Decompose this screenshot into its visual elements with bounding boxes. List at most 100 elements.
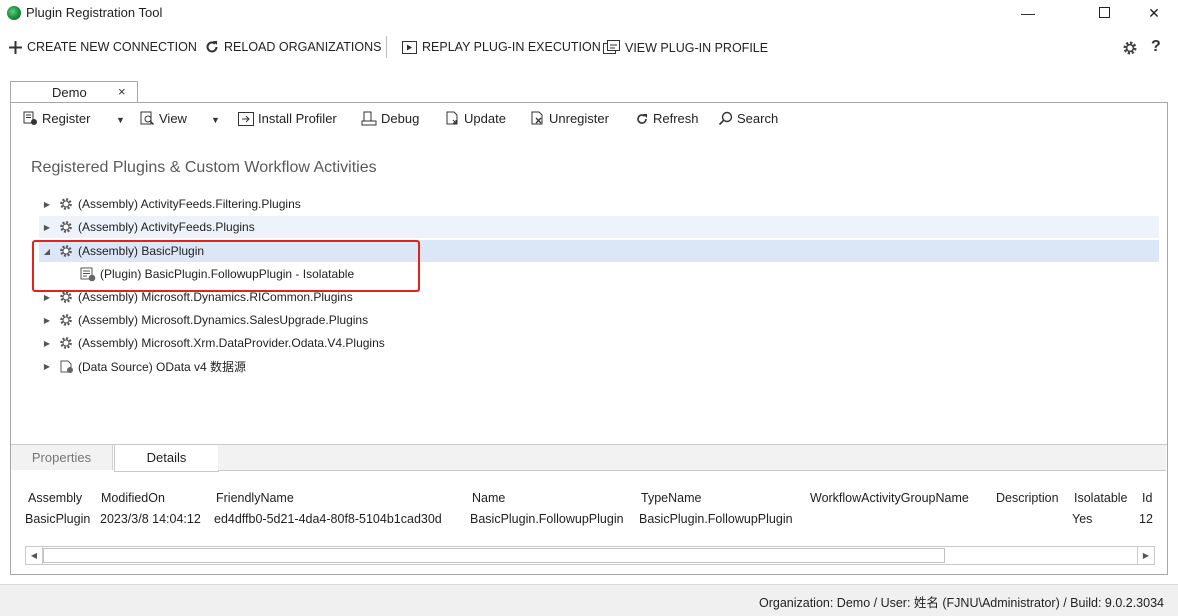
details-area: Properties Details Assembly ModifiedOn F… [11, 444, 1167, 575]
refresh-button[interactable]: Refresh [635, 111, 699, 126]
tree-item-label: (Assembly) Microsoft.Dynamics.RICommon.P… [78, 290, 353, 304]
replay-execution-button[interactable]: REPLAY PLUG-IN EXECUTION [402, 40, 601, 54]
scroll-left-icon[interactable]: ◀ [26, 547, 43, 564]
search-button[interactable]: Search [718, 111, 778, 126]
view-profile-button[interactable]: VIEW PLUG-IN PROFILE [603, 40, 768, 55]
assembly-gear-icon [60, 314, 72, 326]
section-heading: Registered Plugins & Custom Workflow Act… [31, 159, 377, 176]
search-icon [718, 111, 733, 126]
status-text: Organization: Demo / User: 姓名 (FJNU\Admi… [758, 596, 1164, 610]
view-dropdown-icon[interactable]: ▼ [211, 115, 220, 125]
data-source-icon [60, 360, 73, 373]
refresh-icon [637, 113, 647, 124]
register-dropdown-icon[interactable]: ▼ [116, 115, 125, 125]
update-icon [446, 111, 458, 125]
debug-button[interactable]: Debug [361, 111, 419, 126]
tree-item[interactable]: ▶ (Assembly) Microsoft.Xrm.DataProvider.… [39, 332, 1159, 354]
view-button[interactable]: View [140, 111, 187, 126]
tab-close-icon[interactable]: × [118, 84, 126, 99]
main-panel: Register ▼ View ▼ Install Profiler Debug… [10, 102, 1168, 575]
replay-icon [402, 40, 417, 54]
expand-arrow-icon[interactable]: ▶ [39, 223, 55, 232]
maximize-icon [1098, 7, 1110, 18]
grid-cell[interactable]: BasicPlugin.FollowupPlugin [639, 512, 793, 526]
grid-cell[interactable]: 12 [1139, 512, 1153, 526]
column-header[interactable]: WorkflowActivityGroupName [810, 491, 969, 505]
expand-arrow-icon[interactable]: ▶ [39, 293, 55, 302]
tree-item[interactable]: ▶ (Assembly) Microsoft.Dynamics.SalesUpg… [39, 309, 1159, 331]
gear-icon[interactable] [1122, 40, 1138, 56]
expand-arrow-icon[interactable]: ▶ [39, 200, 55, 209]
plugin-toolbar: Register ▼ View ▼ Install Profiler Debug… [11, 109, 1167, 131]
tab-details[interactable]: Details [114, 445, 219, 472]
debug-icon [361, 111, 377, 126]
reload-icon [206, 41, 218, 53]
expand-arrow-icon[interactable]: ▶ [39, 362, 55, 371]
unregister-icon [531, 111, 543, 125]
expand-arrow-icon[interactable]: ▶ [39, 339, 55, 348]
column-header[interactable]: Description [996, 491, 1059, 505]
view-label: View [159, 111, 187, 126]
tree-item[interactable]: ▶ (Assembly) ActivityFeeds.Plugins [39, 216, 1159, 238]
close-button[interactable]: ✕ [1131, 0, 1177, 26]
column-header[interactable]: TypeName [641, 491, 701, 505]
minimize-button[interactable]: — [1005, 0, 1051, 26]
expand-arrow-icon[interactable]: ▶ [39, 316, 55, 325]
unregister-label: Unregister [549, 111, 609, 126]
assembly-gear-icon [60, 291, 72, 303]
column-header[interactable]: Name [472, 491, 505, 505]
install-profiler-label: Install Profiler [258, 111, 337, 126]
install-profiler-icon [238, 111, 254, 126]
assembly-gear-icon [60, 198, 72, 210]
update-button[interactable]: Update [445, 111, 506, 126]
status-bar: Organization: Demo / User: 姓名 (FJNU\Admi… [0, 584, 1178, 616]
tab-properties[interactable]: Properties [11, 445, 113, 470]
register-label: Register [42, 111, 91, 126]
create-connection-button[interactable]: CREATE NEW CONNECTION [9, 40, 197, 54]
column-header[interactable]: Isolatable [1074, 491, 1128, 505]
title-bar: Plugin Registration Tool — ✕ [0, 0, 1178, 26]
horizontal-scrollbar[interactable]: ◀ ▶ [25, 546, 1155, 565]
column-header[interactable]: FriendlyName [216, 491, 294, 505]
tree-item[interactable]: ▶ (Data Source) OData v4 数据源 [39, 355, 1159, 377]
profile-icon [603, 40, 620, 54]
tab-demo[interactable]: Demo × [10, 81, 138, 104]
tree-item-label: (Assembly) Microsoft.Xrm.DataProvider.Od… [78, 336, 385, 350]
scroll-right-icon[interactable]: ▶ [1137, 547, 1154, 564]
tree-item-label: (Data Source) OData v4 数据源 [78, 359, 247, 374]
grid-cell[interactable]: Yes [1072, 512, 1092, 526]
tab-strip-filler [218, 445, 1166, 471]
command-bar: CREATE NEW CONNECTION RELOAD ORGANIZATIO… [0, 36, 1178, 60]
create-connection-label: CREATE NEW CONNECTION [27, 40, 197, 54]
help-icon[interactable]: ? [1151, 38, 1161, 56]
command-separator [386, 36, 387, 58]
install-profiler-button[interactable]: Install Profiler [238, 111, 337, 126]
tab-demo-label: Demo [52, 85, 87, 100]
column-header[interactable]: Assembly [28, 491, 82, 505]
reload-organizations-label: RELOAD ORGANIZATIONS [224, 40, 382, 54]
tree-item-label: (Assembly) ActivityFeeds.Plugins [78, 220, 255, 234]
tree-item-label: (Assembly) ActivityFeeds.Filtering.Plugi… [78, 197, 301, 211]
grid-cell[interactable]: BasicPlugin [25, 512, 90, 526]
replay-execution-label: REPLAY PLUG-IN EXECUTION [422, 40, 601, 54]
view-icon [140, 111, 155, 126]
maximize-button[interactable] [1081, 0, 1127, 26]
search-label: Search [737, 111, 779, 126]
register-button[interactable]: Register [23, 111, 90, 126]
column-header[interactable]: Id [1142, 491, 1152, 505]
tree-item[interactable]: ▶ (Assembly) ActivityFeeds.Filtering.Plu… [39, 193, 1159, 215]
assembly-gear-icon [60, 221, 72, 233]
unregister-button[interactable]: Unregister [530, 111, 609, 126]
grid-cell[interactable]: BasicPlugin.FollowupPlugin [470, 512, 624, 526]
window-title: Plugin Registration Tool [26, 5, 163, 20]
column-header[interactable]: ModifiedOn [101, 491, 165, 505]
reload-organizations-button[interactable]: RELOAD ORGANIZATIONS [205, 40, 381, 54]
update-label: Update [464, 111, 506, 126]
assembly-gear-icon [60, 337, 72, 349]
grid-cell[interactable]: ed4dffb0-5d21-4da4-80f8-5104b1cad30d [214, 512, 442, 526]
view-profile-label: VIEW PLUG-IN PROFILE [625, 40, 769, 55]
debug-label: Debug [381, 111, 420, 126]
app-logo-icon [7, 6, 21, 20]
scrollbar-thumb[interactable] [43, 548, 945, 563]
grid-cell[interactable]: 2023/3/8 14:04:12 [100, 512, 201, 526]
